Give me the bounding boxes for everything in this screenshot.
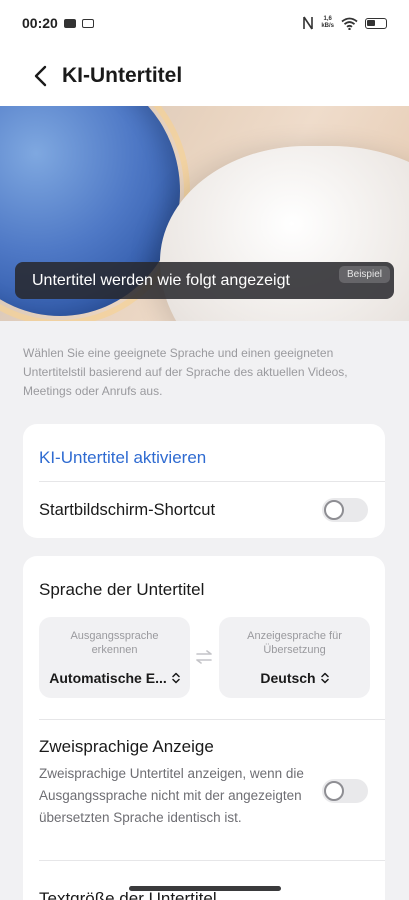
nfc-icon <box>303 16 314 30</box>
language-settings-card: Sprache der Untertitel Ausgangssprache e… <box>23 556 385 900</box>
toggle-knob <box>324 781 344 801</box>
app-header: KI-Untertitel <box>0 46 409 106</box>
dropdown-arrows-icon <box>320 672 329 684</box>
bilingual-title: Zweisprachige Anzeige <box>39 737 214 756</box>
preview-caption-text: Untertitel werden wie folgt angezeigt <box>32 271 290 289</box>
swap-languages-icon[interactable] <box>195 650 213 664</box>
network-speed: 1,6 kB/s <box>321 16 334 30</box>
target-language-selector[interactable]: Anzeigesprache für Übersetzung Deutsch <box>219 617 370 698</box>
bilingual-toggle[interactable] <box>322 779 368 803</box>
shortcut-row[interactable]: Startbildschirm-Shortcut <box>23 482 385 538</box>
wifi-icon <box>341 17 358 30</box>
status-bar: 00:20 1,6 kB/s <box>0 0 409 46</box>
source-language-label: Ausgangssprache erkennen <box>70 630 159 656</box>
divider <box>39 719 385 720</box>
example-badge: Beispiel <box>338 266 390 283</box>
subtitle-preview-caption: Untertitel werden wie folgt angezeigt Be… <box>15 262 394 299</box>
activate-link[interactable]: KI-Untertitel aktivieren <box>39 448 206 468</box>
activate-row[interactable]: KI-Untertitel aktivieren <box>23 434 385 481</box>
page-title: KI-Untertitel <box>62 64 183 87</box>
youtube-icon <box>63 18 76 28</box>
toggle-knob <box>324 500 344 520</box>
language-section-title: Sprache der Untertitel <box>39 580 205 599</box>
shortcut-toggle[interactable] <box>322 498 368 522</box>
settings-description: Wählen Sie eine geeignete Sprache und ei… <box>23 346 348 398</box>
network-speed-value: 1,6 <box>323 16 332 22</box>
back-button[interactable] <box>18 54 62 98</box>
status-time: 00:20 <box>22 15 58 31</box>
battery-icon <box>365 17 387 29</box>
bilingual-description: Zweisprachige Untertitel anzeigen, wenn … <box>39 766 304 825</box>
shortcut-label: Startbildschirm-Shortcut <box>39 500 216 519</box>
chevron-left-icon <box>34 65 47 87</box>
screen-icon <box>81 18 94 28</box>
source-language-value: Automatische E... <box>49 670 167 686</box>
target-language-value: Deutsch <box>260 670 316 686</box>
source-language-selector[interactable]: Ausgangssprache erkennen Automatische E.… <box>39 617 190 698</box>
target-language-label: Anzeigesprache für Übersetzung <box>247 630 342 656</box>
network-speed-unit: kB/s <box>321 23 334 29</box>
divider <box>39 860 385 861</box>
home-indicator[interactable] <box>129 886 281 891</box>
main-settings-card: KI-Untertitel aktivieren Startbildschirm… <box>23 424 385 538</box>
dropdown-arrows-icon <box>171 672 180 684</box>
